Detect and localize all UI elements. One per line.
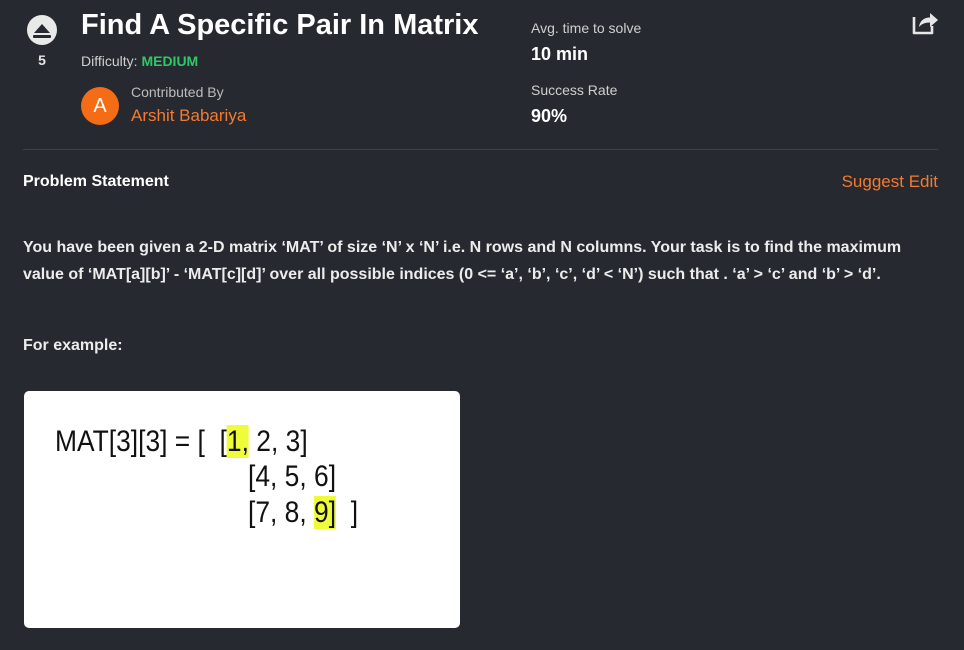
matrix-row-1-rest: 2, 3]: [248, 425, 308, 458]
example-image: MAT[3][3] = [ [1, 2, 3] [4, 5, 6] [7, 8,…: [24, 391, 460, 628]
header-divider: [23, 149, 938, 150]
share-icon: [912, 13, 938, 35]
difficulty-label: Difficulty:: [81, 53, 138, 69]
upvote-arrow-icon: [34, 24, 50, 33]
example-label: For example:: [23, 337, 123, 354]
matrix-highlight-9: 9]: [314, 496, 337, 529]
avg-time-label: Avg. time to solve: [531, 20, 642, 36]
problem-page: 5 Find A Specific Pair In Matrix Difficu…: [0, 0, 964, 650]
suggest-edit-link[interactable]: Suggest Edit: [842, 172, 938, 192]
matrix-prefix: MAT[3][3] = [: [55, 425, 205, 458]
problem-statement-heading: Problem Statement: [23, 173, 169, 190]
matrix-row-1: MAT[3][3] = [ [1, 2, 3]: [55, 425, 308, 459]
share-button[interactable]: [911, 10, 939, 36]
upvote-count: 5: [38, 52, 46, 68]
difficulty: Difficulty: MEDIUM: [81, 53, 198, 69]
contributor-avatar: A: [81, 87, 119, 125]
contributor-label: Contributed By: [131, 84, 224, 100]
matrix-row-3: [7, 8, 9] ]: [248, 496, 358, 530]
avg-time-value: 10 min: [531, 44, 589, 64]
matrix-highlight-1: 1,: [226, 425, 249, 458]
matrix-close: ]: [336, 496, 359, 529]
upvote-arrow-base: [33, 35, 51, 38]
contributor-name-link[interactable]: Arshit Babariya: [131, 106, 246, 126]
matrix-row-3-start: [7, 8,: [248, 496, 315, 529]
upvote-button[interactable]: [27, 15, 57, 45]
problem-title: Find A Specific Pair In Matrix: [81, 9, 479, 41]
matrix-row-2: [4, 5, 6]: [248, 460, 337, 493]
success-rate-value: 90%: [531, 106, 568, 126]
difficulty-value: MEDIUM: [141, 53, 199, 69]
success-rate-label: Success Rate: [531, 82, 618, 98]
problem-statement-text: You have been given a 2-D matrix ‘MAT’ o…: [23, 239, 902, 283]
